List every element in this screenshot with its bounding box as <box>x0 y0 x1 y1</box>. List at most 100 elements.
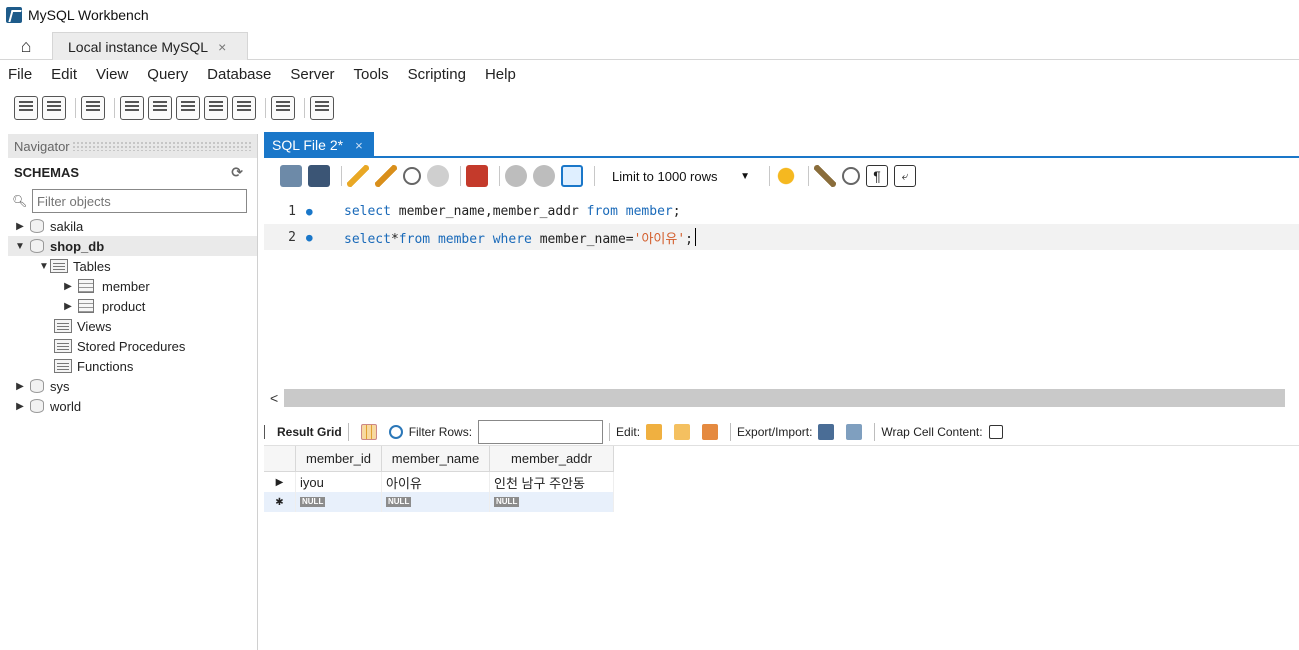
scroll-left-icon[interactable]: < <box>264 390 284 406</box>
edit-row-icon[interactable] <box>646 423 663 440</box>
sql-keyword: member <box>437 231 485 247</box>
editor-area: SQL File 2* × Limit to 1000 rows ▼ ¶ ⤶ 1… <box>264 132 1299 650</box>
expand-arrow-icon[interactable]: ▶ <box>14 221 26 232</box>
autocommit-toggle-icon[interactable] <box>561 165 583 187</box>
horizontal-scrollbar[interactable]: < <box>264 388 1299 408</box>
grid-header-row: member_id member_name member_addr <box>264 446 614 472</box>
open-sql-script-icon[interactable] <box>42 96 66 120</box>
tree-label: product <box>102 298 146 314</box>
tree-node-functions[interactable]: Functions <box>8 356 257 376</box>
limit-rows-select[interactable]: Limit to 1000 rows ▼ <box>604 165 754 187</box>
menu-query[interactable]: Query <box>147 66 188 83</box>
tree-node-sys[interactable]: ▶ sys <box>8 376 257 396</box>
code-text: select member_name,member_addr from memb… <box>344 204 681 219</box>
views-folder-icon <box>54 319 72 333</box>
save-icon[interactable] <box>308 165 330 187</box>
menu-view[interactable]: View <box>96 66 128 83</box>
tree-node-shop-db[interactable]: ▼ shop_db <box>8 236 257 256</box>
menu-help[interactable]: Help <box>485 66 516 83</box>
sql-keyword: select <box>344 203 391 219</box>
menu-edit[interactable]: Edit <box>51 66 77 83</box>
column-header-member-id[interactable]: member_id <box>296 446 382 472</box>
reconnect-icon[interactable] <box>310 96 334 120</box>
connection-tab-label: Local instance MySQL <box>68 38 209 55</box>
tree-node-tables[interactable]: ▼ Tables <box>8 256 257 276</box>
filter-objects-input[interactable] <box>32 189 247 213</box>
menu-scripting[interactable]: Scripting <box>408 66 466 83</box>
inspector-icon[interactable] <box>81 96 105 120</box>
column-header-member-addr[interactable]: member_addr <box>490 446 614 472</box>
beautify-icon[interactable] <box>814 165 836 187</box>
tree-node-member[interactable]: ▶ member <box>8 276 257 296</box>
sql-keyword: from <box>398 231 431 247</box>
grid-cell[interactable]: NULL <box>490 492 614 512</box>
tree-label: Functions <box>77 358 134 374</box>
grid-cell[interactable]: NULL <box>382 492 490 512</box>
export-icon[interactable] <box>818 423 835 440</box>
execute-current-statement-icon[interactable] <box>375 165 397 187</box>
column-header-member-name[interactable]: member_name <box>382 446 490 472</box>
grid-cell[interactable]: iyou <box>296 472 382 492</box>
table-icon <box>78 299 94 313</box>
new-row[interactable]: ✱ NULL NULL NULL <box>264 492 614 512</box>
expand-arrow-icon[interactable]: ▶ <box>14 401 26 412</box>
expand-arrow-icon[interactable]: ▶ <box>62 281 74 292</box>
table-row[interactable]: ▶ iyou 아이유 인천 남구 주안동 <box>264 472 614 492</box>
menu-file[interactable]: File <box>8 66 32 83</box>
menu-database[interactable]: Database <box>207 66 271 83</box>
create-procedure-icon[interactable] <box>204 96 228 120</box>
scrollbar-track[interactable] <box>284 389 1285 407</box>
sql-text: * <box>390 231 399 247</box>
sql-code-editor[interactable]: 1 ● select member_name,member_addr from … <box>264 194 1299 384</box>
create-table-icon[interactable] <box>148 96 172 120</box>
create-view-icon[interactable] <box>176 96 200 120</box>
wrap-cell-icon[interactable] <box>988 424 1003 439</box>
explain-icon[interactable] <box>403 167 421 185</box>
expand-arrow-icon[interactable]: ▶ <box>62 301 74 312</box>
find-replace-icon[interactable] <box>842 167 860 185</box>
commit-icon[interactable] <box>505 165 527 187</box>
tree-node-stored-procedures[interactable]: Stored Procedures <box>8 336 257 356</box>
menu-tools[interactable]: Tools <box>354 66 389 83</box>
result-grid-tab[interactable]: Result Grid <box>264 424 342 439</box>
tree-node-views[interactable]: Views <box>8 316 257 336</box>
open-file-icon[interactable] <box>280 165 302 187</box>
search-table-data-icon[interactable] <box>271 96 295 120</box>
grid-cell[interactable]: 아이유 <box>382 472 490 492</box>
grid-cell[interactable]: 인천 남구 주안동 <box>490 472 614 492</box>
create-function-icon[interactable] <box>232 96 256 120</box>
collapse-arrow-icon[interactable]: ▼ <box>14 241 26 252</box>
collapse-arrow-icon[interactable]: ▼ <box>38 261 50 272</box>
new-sql-tab-icon[interactable] <box>14 96 38 120</box>
filter-rows-input[interactable] <box>478 419 604 444</box>
sql-text: member_name,member_addr <box>390 203 587 219</box>
execute-icon[interactable] <box>347 165 369 187</box>
home-tab[interactable]: ⌂ <box>8 34 44 58</box>
grid-view-icon[interactable] <box>360 423 377 440</box>
delete-row-icon[interactable] <box>702 423 719 440</box>
refresh-icon[interactable] <box>388 424 403 439</box>
refresh-icon[interactable]: ⟳ <box>231 164 243 181</box>
rollback-icon[interactable] <box>533 165 555 187</box>
current-row-icon: ▶ <box>264 472 296 492</box>
stop-icon[interactable] <box>427 165 449 187</box>
invisible-chars-icon[interactable]: ¶ <box>866 165 888 187</box>
import-icon[interactable] <box>846 423 863 440</box>
connection-tab[interactable]: Local instance MySQL × <box>52 32 248 60</box>
tree-node-world[interactable]: ▶ world <box>8 396 257 416</box>
home-icon: ⌂ <box>20 35 32 56</box>
close-icon[interactable]: × <box>218 39 226 55</box>
grid-cell[interactable]: NULL <box>296 492 382 512</box>
create-schema-icon[interactable] <box>120 96 144 120</box>
add-snippet-icon[interactable] <box>775 165 797 187</box>
tree-label: Tables <box>73 258 111 274</box>
close-icon[interactable]: × <box>355 138 363 153</box>
insert-row-icon[interactable] <box>674 423 691 440</box>
menu-server[interactable]: Server <box>290 66 334 83</box>
tree-node-product[interactable]: ▶ product <box>8 296 257 316</box>
expand-arrow-icon[interactable]: ▶ <box>14 381 26 392</box>
sql-file-tab[interactable]: SQL File 2* × <box>264 132 374 158</box>
tree-node-sakila[interactable]: ▶ sakila <box>8 216 257 236</box>
word-wrap-icon[interactable]: ⤶ <box>894 165 916 187</box>
stop-on-error-icon[interactable] <box>466 165 488 187</box>
